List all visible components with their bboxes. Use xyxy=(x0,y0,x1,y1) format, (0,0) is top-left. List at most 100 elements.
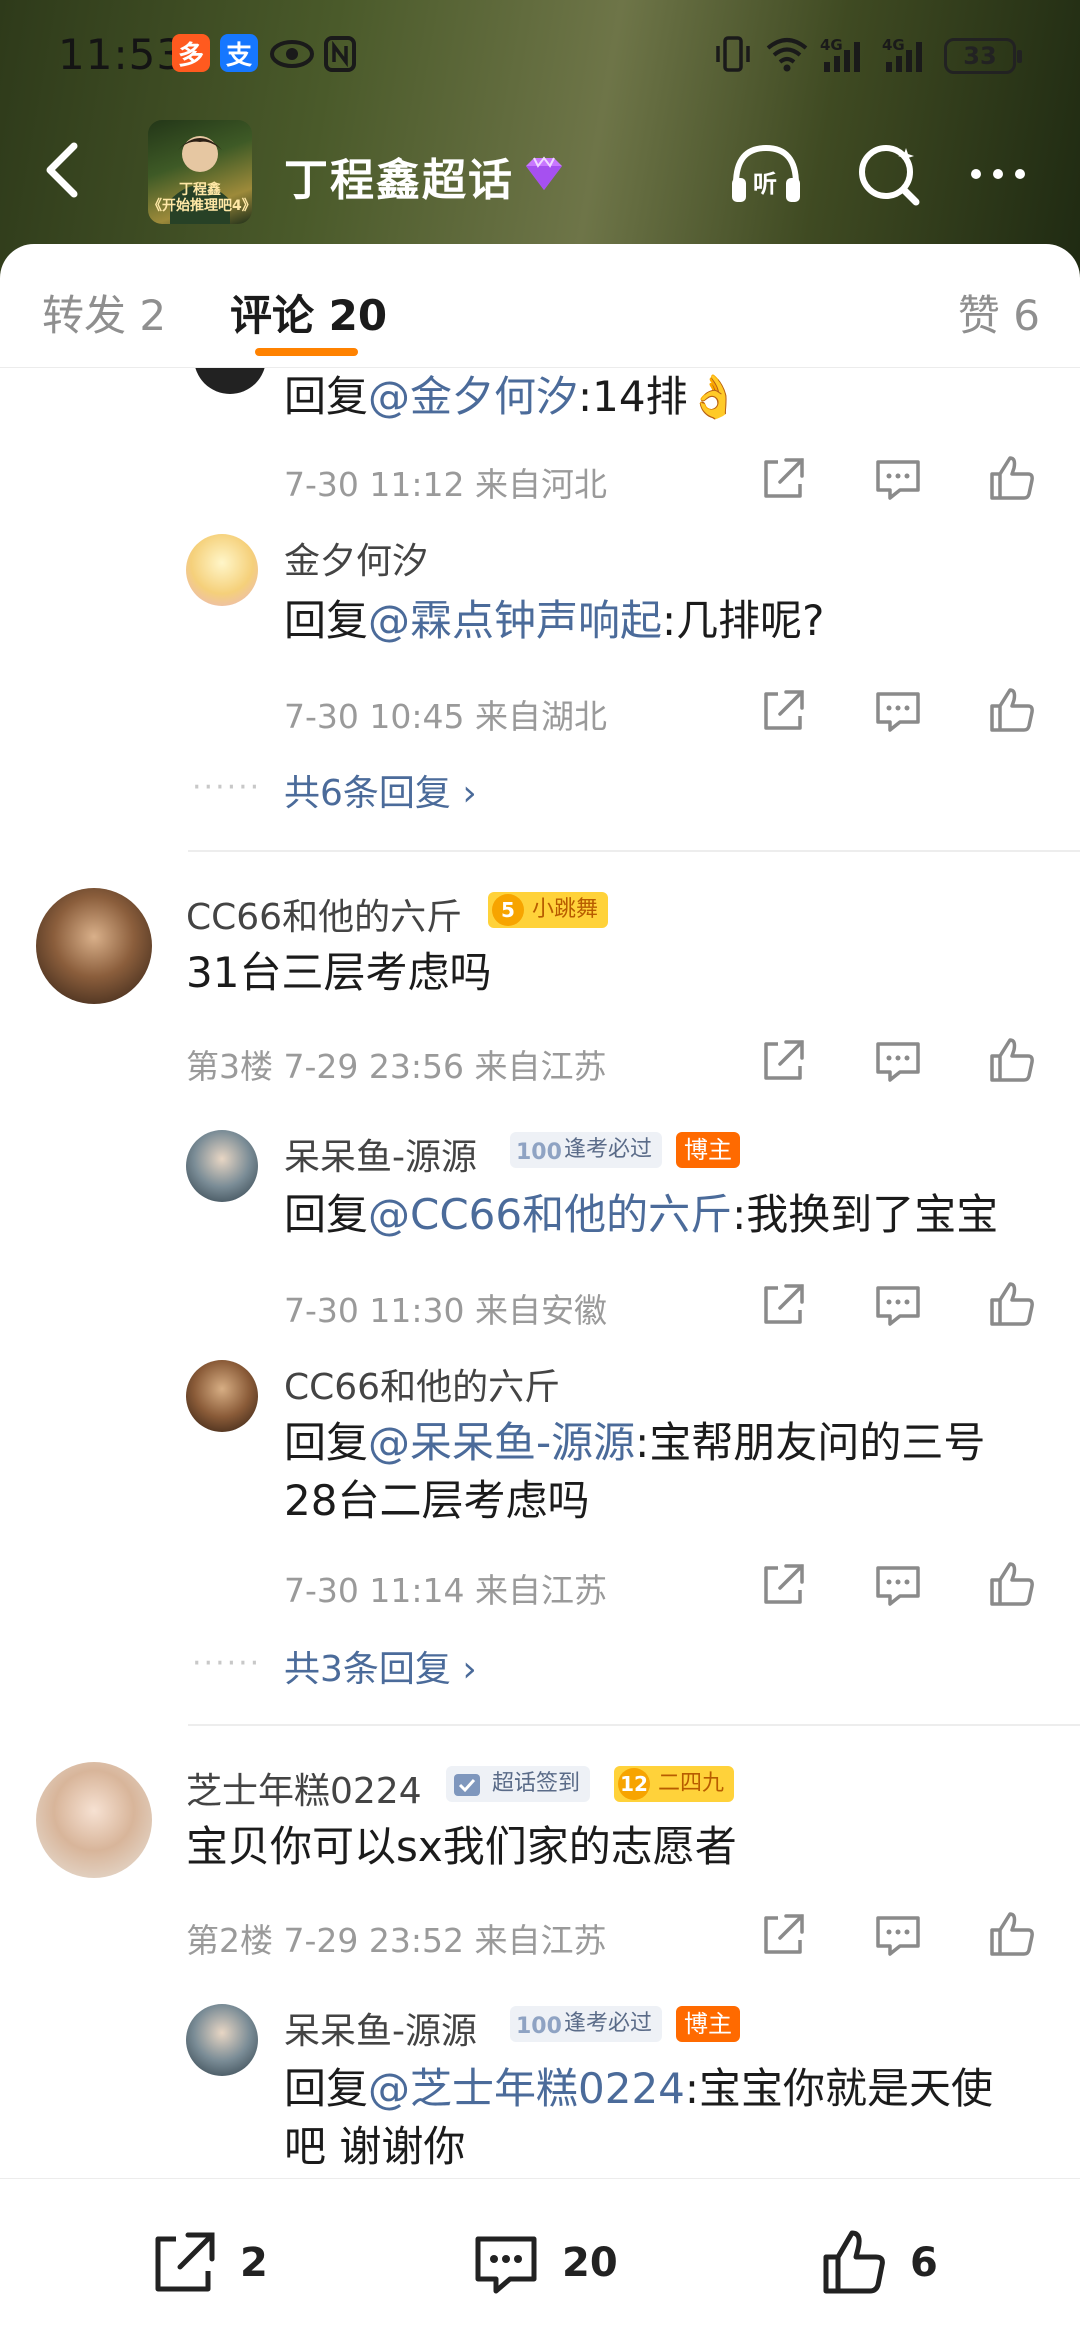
active-tab-indicator xyxy=(255,348,358,356)
fan-level-title: 二四九 xyxy=(658,1771,725,1796)
comment-bubble-icon xyxy=(475,2236,537,2294)
like-icon[interactable] xyxy=(984,450,1040,506)
repost-count: 2 xyxy=(240,2240,268,2286)
page-title: 丁程鑫超话 xyxy=(284,155,514,206)
reply-text: 回复@呆呆鱼-源源:宝帮朋友问的三号 xyxy=(284,1418,986,1467)
bottom-action-bar: 2 20 6 xyxy=(0,2178,1080,2340)
status-bar: 11:53 多 支 4G 4G 33 xyxy=(0,22,1080,82)
topic-avatar-caption: 丁程鑫 《开始推理吧4》 xyxy=(148,182,252,214)
avatar[interactable] xyxy=(186,1130,258,1202)
author-role-badge: 博主 xyxy=(676,2006,740,2042)
share-icon[interactable] xyxy=(756,450,812,506)
comment-feed[interactable]: 回复@金夕何汐:14排👌 7-30 11:12 来自河北 金夕何汐 回复@霖点钟… xyxy=(0,368,1080,2178)
share-icon[interactable] xyxy=(756,1032,812,1088)
nfc-icon xyxy=(324,36,356,72)
fan-level-number: 5 xyxy=(492,894,524,926)
avatar[interactable] xyxy=(36,1762,152,1878)
share-icon[interactable] xyxy=(756,1556,812,1612)
mention-link[interactable]: @霖点钟声响起 xyxy=(368,596,662,645)
avatar[interactable] xyxy=(194,368,266,394)
mention-link[interactable]: @呆呆鱼-源源 xyxy=(368,1418,635,1467)
top-navigation: 丁程鑫 《开始推理吧4》 丁程鑫超话 听 xyxy=(0,110,1080,230)
vibrate-icon xyxy=(716,36,750,72)
view-more-replies-link[interactable]: 共3条回复 › xyxy=(284,1640,477,1692)
reply-text-continued: 吧 谢谢你 xyxy=(284,2122,466,2171)
reply-text: 回复@CC66和他的六斤:我换到了宝宝 xyxy=(284,1190,999,1239)
signal-4g-icon-2: 4G xyxy=(882,36,922,72)
reply-author-name[interactable]: 呆呆鱼-源源 xyxy=(284,2002,477,2054)
exam-badge[interactable]: 100 逢考必过 xyxy=(510,2006,663,2042)
like-icon[interactable] xyxy=(984,1556,1040,1612)
exam-badge[interactable]: 100 逢考必过 xyxy=(510,1132,663,1168)
comment-author-name[interactable]: 芝士年糕0224 xyxy=(186,1762,422,1814)
hundred-icon: 100 xyxy=(516,1140,562,1165)
listen-headphones-icon[interactable]: 听 xyxy=(726,138,806,210)
comment-icon[interactable] xyxy=(870,1556,926,1612)
mention-link[interactable]: @芝士年糕0224 xyxy=(368,2064,685,2113)
view-more-replies-link[interactable]: 共6条回复 › xyxy=(284,764,477,816)
reply-meta: 7-30 11:30 来自安徽 xyxy=(284,1291,607,1330)
share-icon[interactable] xyxy=(756,1906,812,1962)
share-icon[interactable] xyxy=(756,1276,812,1332)
search-icon[interactable] xyxy=(850,138,930,210)
fan-level-number: 12 xyxy=(618,1768,650,1800)
reply-meta: 7-30 11:12 来自河北 xyxy=(284,465,607,504)
avatar[interactable] xyxy=(36,888,152,1004)
checkin-badge[interactable]: 超话签到 xyxy=(446,1766,591,1802)
repost-button[interactable]: 2 xyxy=(146,2223,268,2303)
author-role-badge: 博主 xyxy=(676,1132,740,1168)
like-icon[interactable] xyxy=(984,1276,1040,1332)
checkin-calendar-icon xyxy=(454,1774,480,1796)
more-options-icon[interactable] xyxy=(958,138,1038,210)
avatar[interactable] xyxy=(186,1360,258,1432)
reply-text-continued: 28台二层考虑吗 xyxy=(284,1476,590,1525)
app-notification-icon: 多 xyxy=(172,34,210,72)
listen-label: 听 xyxy=(753,170,777,198)
reply-text: 回复@芝士年糕0224:宝宝你就是天使 xyxy=(284,2064,994,2113)
comment-icon[interactable] xyxy=(870,1032,926,1088)
tab-reposts[interactable]: 转发 2 xyxy=(42,282,166,343)
like-icon[interactable] xyxy=(984,1032,1040,1088)
mention-link[interactable]: @CC66和他的六斤 xyxy=(368,1190,732,1239)
reply-author-name[interactable]: CC66和他的六斤 xyxy=(284,1358,560,1410)
checkin-badge-label: 超话签到 xyxy=(492,1771,581,1796)
thread-dots: ······ xyxy=(192,770,262,805)
like-button[interactable]: 6 xyxy=(816,2223,938,2303)
fan-level-badge[interactable]: 12 二四九 xyxy=(614,1766,735,1802)
tab-likes[interactable]: 赞 6 xyxy=(958,282,1040,343)
comment-icon[interactable] xyxy=(870,1906,926,1962)
like-icon[interactable] xyxy=(984,1906,1040,1962)
app-root: 11:53 多 支 4G 4G 33 丁程鑫 《开始推理吧4》 丁程鑫超话 听 … xyxy=(0,0,1080,2340)
reply-author-name[interactable]: 金夕何汐 xyxy=(284,532,428,584)
mention-link[interactable]: @金夕何汐 xyxy=(368,372,578,421)
tab-bar: 转发 2 评论 20 赞 6 xyxy=(0,244,1080,368)
alipay-notification-icon: 支 xyxy=(220,34,258,72)
repost-icon xyxy=(155,2232,215,2292)
eye-icon xyxy=(270,40,314,68)
reply-text: 回复@金夕何汐:14排👌 xyxy=(284,372,740,421)
comment-author-name[interactable]: CC66和他的六斤 xyxy=(186,888,462,940)
comment-button[interactable]: 20 xyxy=(468,2223,618,2303)
battery-indicator: 33 xyxy=(944,38,1022,74)
comment-icon[interactable] xyxy=(870,1276,926,1332)
thumbs-up-icon xyxy=(823,2230,885,2294)
diamond-badge-icon xyxy=(526,156,562,190)
comment-meta: 第3楼 7-29 23:56 来自江苏 xyxy=(186,1047,607,1086)
comment-text: 31台三层考虑吗 xyxy=(186,948,492,997)
back-arrow-icon[interactable] xyxy=(32,134,92,206)
share-icon[interactable] xyxy=(756,682,812,738)
reply-author-name[interactable]: 呆呆鱼-源源 xyxy=(284,1128,477,1180)
tab-comments[interactable]: 评论 20 xyxy=(230,282,387,343)
avatar[interactable] xyxy=(186,534,258,606)
fan-level-badge[interactable]: 5 小跳舞 xyxy=(488,892,609,928)
comment-text: 宝贝你可以sx我们家的志愿者 xyxy=(186,1822,737,1871)
comment-divider xyxy=(188,1724,1080,1726)
like-icon[interactable] xyxy=(984,682,1040,738)
status-time: 11:53 xyxy=(58,30,185,79)
avatar[interactable] xyxy=(186,2004,258,2076)
comment-icon[interactable] xyxy=(870,682,926,738)
topic-avatar[interactable]: 丁程鑫 《开始推理吧4》 xyxy=(148,120,252,224)
comment-count: 20 xyxy=(562,2240,618,2286)
comment-icon[interactable] xyxy=(870,450,926,506)
like-count: 6 xyxy=(910,2240,938,2286)
